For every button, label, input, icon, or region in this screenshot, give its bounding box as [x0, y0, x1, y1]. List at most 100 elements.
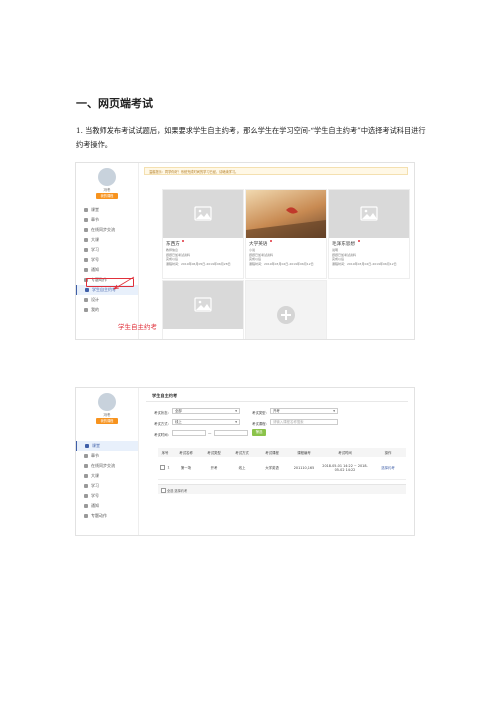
sidebar-item[interactable]: 学号 — [76, 491, 138, 501]
sidebar-item[interactable]: 课堂 — [76, 205, 138, 215]
type-label: 考试类型： — [252, 411, 269, 415]
sidebar-item[interactable]: 在线同步交流 — [76, 461, 138, 471]
mode-value: 线上 — [175, 420, 182, 424]
column-header: 课程编号 — [297, 451, 311, 455]
notice-bar: 温馨提示：同学你好！系统完成时间的学习已经，请继续学习。 — [144, 167, 408, 175]
cell-text: 1 — [167, 465, 170, 470]
column-header: 考试方式 — [235, 451, 249, 455]
sidebar-nav: 课堂 章节 在线同步交流 大课 学习 学号 通知 专题动作 学生自主约考 设计 我的 — [76, 205, 138, 315]
sidebar-item-label: 学号 — [91, 493, 99, 498]
nav-icon — [84, 308, 88, 312]
sidebar-item[interactable]: 大课 — [76, 471, 138, 481]
column-header: 考试类型 — [207, 451, 221, 455]
mode-select[interactable]: 线上 ▾ — [172, 419, 240, 425]
table-cell-op[interactable]: 选择约考 — [370, 457, 406, 479]
sidebar-item[interactable]: 学号 — [76, 255, 138, 265]
time-label: 考试时间： — [154, 433, 171, 437]
new-badge-dot-icon — [182, 240, 184, 242]
nav-icon — [84, 474, 88, 478]
my-courses-button[interactable]: 我的课程 — [96, 418, 118, 424]
avatar — [98, 393, 116, 411]
divider — [146, 401, 408, 402]
table-body: 1 第一场 开考 线上 大学英语 201110,165 2018-05-01 14:22 ~… — [158, 457, 406, 479]
screenshot-self-booking-page: 冯冬 我的课程 课堂 章节 在线同步交流 大课 学习 学号 通知 专题动作 学生自主约考 考试… — [75, 387, 415, 536]
footer-actions[interactable]: 全选 选择约考 — [167, 488, 187, 493]
table-cell-time: 2018-05-01 14:22 ~ 2018-05-02 14:22 — [320, 457, 370, 479]
filter-button[interactable]: 筛选 — [252, 429, 266, 436]
chevron-down-icon: ▾ — [333, 409, 335, 413]
select-all-checkbox[interactable] — [161, 487, 166, 493]
course-detail-line: 题题已加考试资料 — [332, 252, 357, 257]
nav-icon — [84, 228, 88, 232]
chevron-down-icon: ▾ — [235, 420, 237, 424]
add-course-card[interactable] — [245, 280, 327, 339]
sidebar-item[interactable]: 我的 — [76, 305, 138, 315]
status-value: 全部 — [175, 409, 182, 413]
start-date-input[interactable] — [172, 430, 206, 436]
new-badge-dot-icon — [270, 240, 272, 242]
course-search-input[interactable]: 请输入课程名称搜索 — [270, 419, 338, 425]
sidebar-item[interactable]: 大课 — [76, 235, 138, 245]
course-detail-line: 课程时间：2019年06月05日-2019年06月28日 — [166, 261, 231, 266]
course-cover-image — [246, 190, 326, 238]
nav-icon — [84, 298, 88, 302]
course-card[interactable]: 东西方 教师信息 题题已加考试资料 完成以后 课程时间：2019年06月05日-2019… — [162, 189, 244, 279]
nav-icon — [84, 454, 88, 458]
sidebar-item[interactable]: 课堂 — [76, 441, 138, 451]
type-select[interactable]: 开考 ▾ — [270, 408, 338, 414]
course-card[interactable] — [162, 280, 244, 339]
course-title: 毛泽东思想 — [332, 242, 355, 247]
nav-icon — [84, 514, 88, 518]
nav-icon — [84, 504, 88, 508]
course-detail-line: 题题已加考试资料 — [249, 252, 274, 257]
sidebar-item-label: 大课 — [91, 237, 99, 242]
cell-text: 开考 — [210, 466, 218, 471]
table-cell-course: 大学英语 — [256, 457, 288, 479]
course-label: 考试课程： — [252, 422, 269, 426]
course-card[interactable]: 毛泽东思想 说明 题题已加考试资料 完成以后 课程时间：2019年03月02日-2019… — [328, 189, 410, 279]
sidebar-item-label: 学习 — [91, 247, 99, 252]
course-detail-line: 题题已加考试资料 — [166, 252, 191, 257]
sidebar-item-label: 通知 — [91, 267, 99, 272]
image-placeholder-icon — [329, 190, 409, 238]
sidebar-item-label: 在线同步交流 — [91, 227, 115, 232]
sidebar-item-label: 学习 — [91, 483, 99, 488]
table-cell-no: 1 — [158, 457, 172, 479]
nav-icon — [84, 258, 88, 262]
course-card[interactable]: 大学英语 小说 题题已加考试资料 完成以后 课程时间：2019年03月02日-2019年… — [245, 189, 327, 279]
sidebar-item-label: 课堂 — [92, 443, 100, 448]
avatar — [98, 168, 116, 186]
sidebar-item[interactable]: 设计 — [76, 295, 138, 305]
nav-icon — [84, 484, 88, 488]
exam-table: 序号 考试名称 考试类型 考试方式 考试课程 课程编号 考试时间 操作 1 第一场 开考 线上 大学英… — [158, 448, 406, 480]
end-date-input[interactable] — [214, 430, 248, 436]
date-separator: — — [208, 431, 212, 435]
sidebar-item[interactable]: 学习 — [76, 245, 138, 255]
sidebar-item[interactable]: 专题动作 — [76, 511, 138, 521]
table-cell-mode: 线上 — [228, 457, 256, 479]
course-detail-line: 完成以后 — [332, 257, 345, 261]
sidebar-item[interactable]: 通知 — [76, 501, 138, 511]
sidebar-item[interactable]: 通知 — [76, 265, 138, 275]
course-detail-line: 教师信息 — [166, 248, 179, 252]
nav-icon — [84, 494, 88, 498]
cell-text: 2018-05-01 14:22 ~ 2018-05-02 14:22 — [322, 463, 368, 472]
table-cell-code: 201110,165 — [288, 457, 320, 479]
sidebar-item[interactable]: 学习 — [76, 481, 138, 491]
course-detail-line: 课程时间：2019年03月02日-2019年06月12日 — [249, 261, 314, 266]
sidebar-item-label: 设计 — [91, 297, 99, 302]
table-cell-name: 第一场 — [172, 457, 200, 479]
sidebar-item[interactable]: 章节 — [76, 451, 138, 461]
type-value: 开考 — [273, 409, 280, 413]
image-placeholder-icon — [163, 281, 243, 329]
column-header: 考试课程 — [265, 451, 279, 455]
sidebar-item-label: 章节 — [91, 217, 99, 222]
status-select[interactable]: 全部 ▾ — [172, 408, 240, 414]
course-title: 东西方 — [166, 242, 180, 247]
mode-label: 考试方式： — [154, 422, 171, 426]
sidebar-item[interactable]: 章节 — [76, 215, 138, 225]
my-courses-button[interactable]: 我的课程 — [96, 193, 118, 199]
sidebar-item[interactable]: 在线同步交流 — [76, 225, 138, 235]
row-checkbox[interactable] — [160, 465, 166, 471]
cell-text: 第一场 — [180, 466, 192, 471]
